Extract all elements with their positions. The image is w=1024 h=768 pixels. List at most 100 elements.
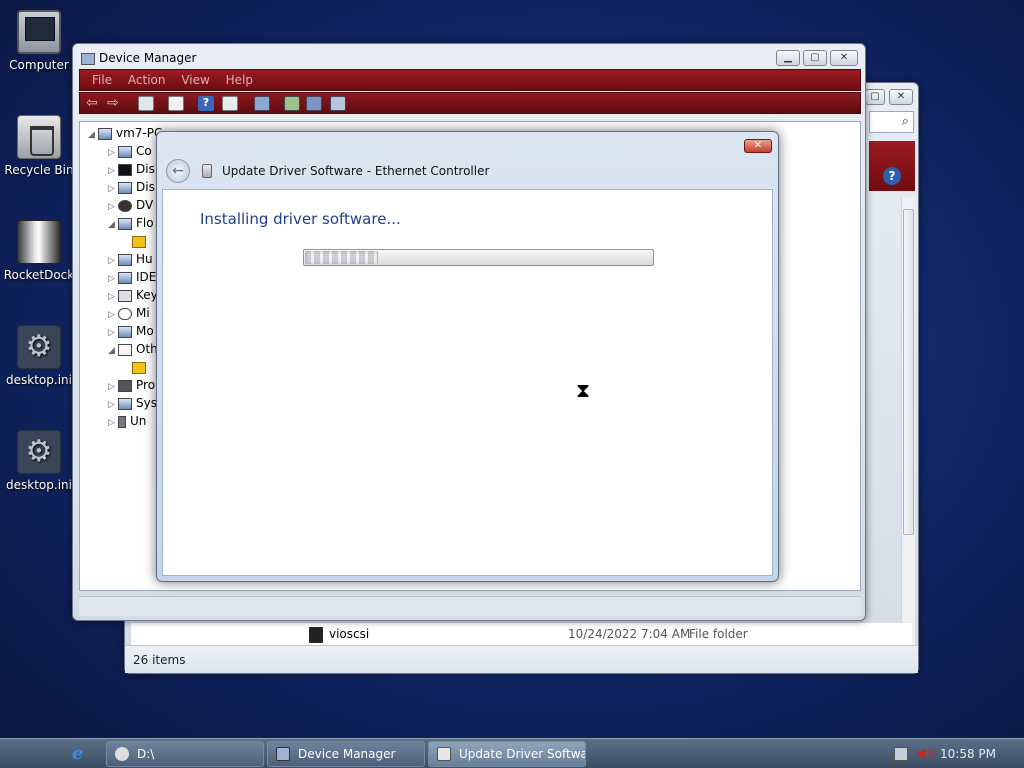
list-item[interactable]: vioscsi 10/24/2022 7:04 AM File folder xyxy=(289,626,889,644)
internet-explorer-icon[interactable]: e xyxy=(72,745,83,763)
tree-item[interactable]: ▷ Pro xyxy=(108,376,155,394)
close-button[interactable]: ✕ xyxy=(889,89,913,105)
taskbar-item-drive[interactable]: D:\ xyxy=(106,741,264,767)
tree-item[interactable]: ▷ Mi xyxy=(108,304,150,322)
tree-item[interactable]: ▷ Hu xyxy=(108,250,153,268)
display-icon xyxy=(118,181,132,194)
processor-icon xyxy=(118,379,132,392)
computer-icon xyxy=(98,127,112,140)
tree-item[interactable]: ▷ Key xyxy=(108,286,158,304)
mouse-icon xyxy=(118,307,132,320)
properties-icon[interactable] xyxy=(168,96,184,111)
tree-item[interactable]: ◢ Oth xyxy=(108,340,158,358)
window-title: Device Manager xyxy=(99,51,197,65)
network-adapter-icon xyxy=(202,164,212,178)
scrollbar-thumb[interactable] xyxy=(903,209,914,535)
file-date: 10/24/2022 7:04 AM xyxy=(568,627,691,641)
file-type: File folder xyxy=(689,627,748,641)
warning-icon xyxy=(132,361,146,374)
update-driver-icon[interactable] xyxy=(284,96,300,111)
tree-item[interactable] xyxy=(132,232,150,250)
menu-help[interactable]: Help xyxy=(226,73,253,87)
progress-bar xyxy=(303,249,654,266)
volume-muted-icon[interactable]: ◀× xyxy=(916,746,937,761)
minimize-button[interactable]: ▁ xyxy=(776,50,800,66)
tree-item[interactable] xyxy=(132,358,150,376)
desktop-icon-rocketdock[interactable]: RocketDock xyxy=(0,220,78,282)
desktop-icon-label: desktop.ini xyxy=(6,478,72,492)
menu-file[interactable]: File xyxy=(92,73,112,87)
close-button[interactable]: ✕ xyxy=(830,50,858,66)
gear-file-icon: ⚙ xyxy=(17,325,61,369)
status-bar: 26 items xyxy=(125,645,918,673)
scan-hardware-icon[interactable] xyxy=(254,96,270,111)
search-box[interactable]: ⌕ xyxy=(869,111,914,133)
desktop-icon-label: Computer xyxy=(9,58,69,72)
dvd-icon xyxy=(118,199,132,212)
tree-item[interactable]: ▷ Sys xyxy=(108,394,157,412)
menu-bar: File Action View Help xyxy=(79,69,861,91)
status-bar xyxy=(79,596,861,616)
maximize-button[interactable]: ▢ xyxy=(803,50,827,66)
uninstall-icon[interactable] xyxy=(306,96,322,111)
tree-item[interactable]: ▷ Dis xyxy=(108,160,155,178)
system-icon xyxy=(118,397,132,410)
action-pane-icon[interactable] xyxy=(222,96,238,111)
toolbar: ⇦ ⇨ ? xyxy=(79,92,861,114)
tree-item[interactable]: ▷ Dis xyxy=(108,178,155,196)
tree-item[interactable]: ▷ IDE xyxy=(108,268,156,286)
floppy-icon xyxy=(118,217,132,230)
back-arrow-icon[interactable]: ⇦ xyxy=(86,96,102,111)
tree-item[interactable]: ▷ DV xyxy=(108,196,153,214)
taskbar-item-device-manager[interactable]: Device Manager xyxy=(267,741,425,767)
rocketdock-icon xyxy=(17,220,61,264)
computer-icon xyxy=(118,145,132,158)
desktop-icon-computer[interactable]: Computer xyxy=(0,10,78,72)
computer-icon xyxy=(17,10,61,54)
monitor-icon xyxy=(118,325,132,338)
taskbar: e D:\ Device Manager Update Driver Softw… xyxy=(0,738,1024,768)
update-driver-dialog[interactable]: ✕ ← Update Driver Software - Ethernet Co… xyxy=(156,131,779,582)
help-icon[interactable]: ? xyxy=(883,167,901,185)
desktop-icon-desktop-ini[interactable]: ⚙ desktop.ini xyxy=(0,325,78,387)
dialog-heading: Installing driver software... xyxy=(200,210,401,228)
clock[interactable]: 10:58 PM xyxy=(940,747,996,761)
menu-action[interactable]: Action xyxy=(128,73,166,87)
tree-item[interactable]: ▷ Mo xyxy=(108,322,154,340)
ide-icon xyxy=(118,271,132,284)
back-arrow-icon[interactable]: ← xyxy=(166,159,190,183)
drive-icon xyxy=(115,747,129,761)
start-area[interactable] xyxy=(0,739,100,768)
network-adapter-icon xyxy=(437,747,451,761)
console-tree-icon[interactable] xyxy=(138,96,154,111)
gear-file-icon: ⚙ xyxy=(17,430,61,474)
warning-icon xyxy=(132,235,146,248)
close-button[interactable]: ✕ xyxy=(744,139,772,153)
tree-root[interactable]: ◢ vm7-PC xyxy=(88,124,162,142)
help-icon[interactable]: ? xyxy=(198,96,214,111)
desktop-icon-label: Recycle Bin xyxy=(4,163,74,177)
desktop-icon-desktop-ini-2[interactable]: ⚙ desktop.ini xyxy=(0,430,78,492)
disk-icon xyxy=(118,163,132,176)
forward-arrow-icon[interactable]: ⇨ xyxy=(107,96,123,111)
taskbar-item-update-driver[interactable]: Update Driver Softwa... xyxy=(428,741,586,767)
keyboard-icon xyxy=(118,289,132,302)
network-icon[interactable] xyxy=(894,747,908,761)
maximize-button[interactable]: ▢ xyxy=(865,89,885,105)
device-manager-icon xyxy=(81,53,95,65)
file-name: vioscsi xyxy=(329,627,370,641)
tree-item[interactable]: ▷ Co xyxy=(108,142,152,160)
tree-item[interactable]: ▷ Un xyxy=(108,412,146,430)
progress-fill xyxy=(305,251,378,264)
menu-view[interactable]: View xyxy=(181,73,209,87)
desktop-icon-label: desktop.ini xyxy=(6,373,72,387)
hid-icon xyxy=(118,253,132,266)
desktop-icon-recycle-bin[interactable]: Recycle Bin xyxy=(0,115,78,177)
scrollbar[interactable] xyxy=(901,197,915,647)
device-manager-icon xyxy=(276,747,290,761)
system-tray: ◀× 10:58 PM xyxy=(884,739,1024,768)
tree-item[interactable]: ◢ Flo xyxy=(108,214,154,232)
recycle-bin-icon xyxy=(17,115,61,159)
enable-device-icon[interactable] xyxy=(330,96,346,111)
hourglass-cursor-icon: ⧗ xyxy=(576,378,591,402)
